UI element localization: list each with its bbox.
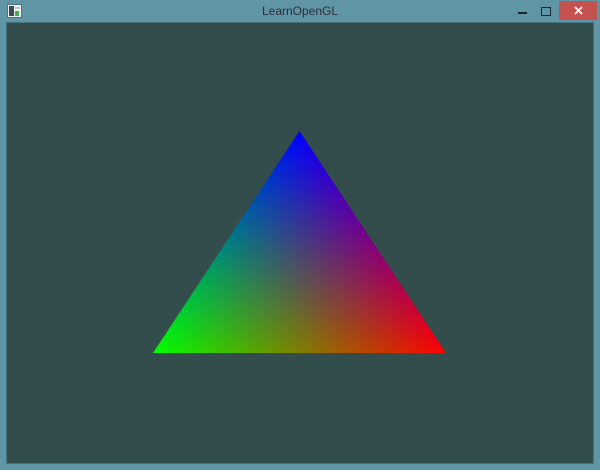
titlebar[interactable]: LearnOpenGL xyxy=(0,0,600,23)
close-button[interactable] xyxy=(559,1,597,20)
minimize-button[interactable] xyxy=(510,0,534,21)
opengl-viewport xyxy=(7,23,593,463)
close-icon xyxy=(573,6,583,15)
app-window: LearnOpenGL xyxy=(0,0,600,470)
rgb-triangle xyxy=(153,131,446,353)
maximize-icon xyxy=(541,7,551,16)
maximize-button[interactable] xyxy=(534,0,558,21)
minimize-icon xyxy=(518,12,527,14)
